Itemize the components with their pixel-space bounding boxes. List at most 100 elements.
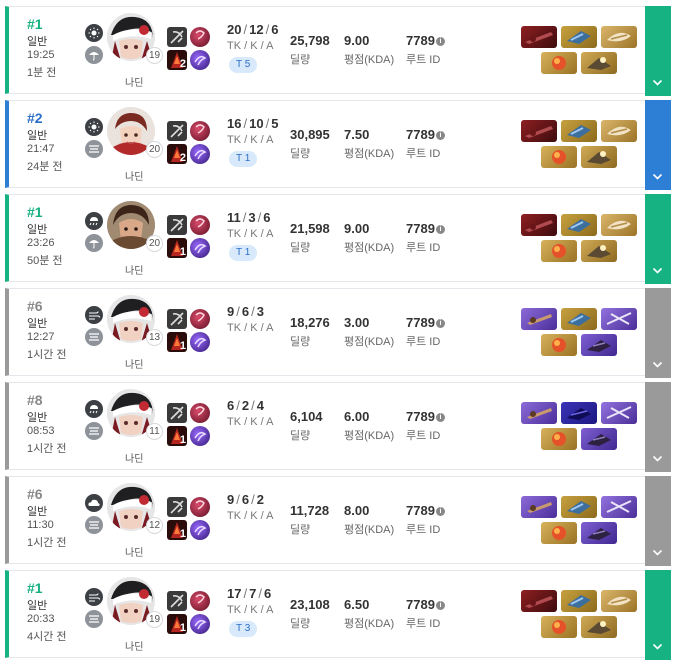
equipment-item-icon[interactable] [541,616,577,638]
equipment-item-icon[interactable] [601,120,637,142]
info-icon[interactable]: i [435,601,445,611]
route-value-wrap: 7789 i [406,503,445,518]
equipment-item-icon[interactable] [541,522,577,544]
equipment-item-icon[interactable] [581,146,617,168]
equipment-item-icon[interactable] [601,590,637,612]
equipment-item-icon[interactable] [581,522,617,544]
equipment-item-icon[interactable] [521,402,557,424]
equipment-item-icon[interactable] [561,590,597,612]
equipment-item-icon[interactable] [541,52,577,74]
tactical-skill-icon[interactable]: 1 [167,238,187,258]
equipment-item-icon[interactable] [521,120,557,142]
info-icon[interactable]: i [435,225,445,235]
route-value-wrap: 7789 i [406,597,445,612]
kills-value: 16 [227,116,242,131]
match-row[interactable]: #6 일반 11:30 1시간 전 12 나딘 1 9/6/2 TK / K / A 11,728… [5,476,671,566]
trait-skill-icon[interactable] [190,591,210,611]
info-icon[interactable]: i [435,507,445,517]
weapon-skill-icon[interactable] [167,497,187,517]
equipment-item-icon[interactable] [581,428,617,450]
damage-stat: 30,895 딜량 [290,127,330,161]
equipment-item-icon[interactable] [561,214,597,236]
equipment-item-icon[interactable] [601,26,637,48]
match-row[interactable]: #1 일반 23:26 50분 전 20 나딘 1 11/3/6 TK / K / AT 1 21… [5,194,671,284]
info-icon[interactable]: i [435,319,445,329]
weapon-skill-icon[interactable] [167,403,187,423]
expand-toggle[interactable] [645,476,671,566]
equipment-item-icon[interactable] [601,214,637,236]
equipment-item-icon[interactable] [541,428,577,450]
match-row[interactable]: #1 일반 19:25 1분 전 19 나딘 2 20/12/6 TK / K / AT 5 25… [5,6,671,96]
chevron-down-icon [652,643,663,650]
augment-skill-icon[interactable] [190,520,210,540]
augment-skill-icon[interactable] [190,238,210,258]
augment-skill-icon[interactable] [190,144,210,164]
weapon-skill-icon[interactable] [167,121,187,141]
equipment-item-icon[interactable] [541,334,577,356]
kill-stats: 11/3/6 [227,210,270,225]
equipment-item-icon[interactable] [581,240,617,262]
weapon-skill-icon[interactable] [167,309,187,329]
weapon-skill-icon[interactable] [167,27,187,47]
tactical-skill-icon[interactable]: 1 [167,426,187,446]
match-row[interactable]: #2 일반 21:47 24분 전 20 나딘 2 16/10/5 TK / K / AT 13… [5,100,671,190]
info-icon[interactable]: i [435,131,445,141]
equipment-item-icon[interactable] [561,120,597,142]
equipment-item-icon[interactable] [521,590,557,612]
equipment-item-icon[interactable] [541,240,577,262]
separator: / [265,116,270,131]
tactical-skill-icon[interactable]: 1 [167,614,187,634]
weapon-skill-icon[interactable] [167,215,187,235]
augment-skill-icon[interactable] [190,50,210,70]
equipment-item-icon[interactable] [521,214,557,236]
expand-toggle[interactable] [645,100,671,190]
expand-toggle[interactable] [645,382,671,472]
equipment-item-icon[interactable] [561,308,597,330]
trait-skill-icon[interactable] [190,215,210,235]
game-mode: 일반 [27,224,48,236]
equipment-item-icon[interactable] [601,308,637,330]
equipment-item-icon[interactable] [581,334,617,356]
game-mode: 일반 [27,318,48,330]
damage-value: 6,104 [290,409,323,424]
expand-toggle[interactable] [645,194,671,284]
equipment-item-icon[interactable] [521,308,557,330]
trait-skill-icon[interactable] [190,309,210,329]
equipment-item-icon[interactable] [561,402,597,424]
trait-skill-icon[interactable] [190,497,210,517]
trait-skill-icon[interactable] [190,27,210,47]
trait-skill-icon[interactable] [190,121,210,141]
expand-toggle[interactable] [645,6,671,96]
augment-skill-icon[interactable] [190,426,210,446]
trait-skill-icon[interactable] [190,403,210,423]
tactical-skill-icon[interactable]: 2 [167,144,187,164]
team-kills-value: 7 [249,586,257,601]
equipment-item-icon[interactable] [601,402,637,424]
info-icon[interactable]: i [435,37,445,47]
equipment-item-icon[interactable] [581,616,617,638]
equipment-item-icon[interactable] [541,146,577,168]
expand-toggle[interactable] [645,570,671,660]
damage-stat: 23,108 딜량 [290,597,330,631]
rain-weather-icon [85,400,103,418]
tactical-skill-icon[interactable]: 2 [167,50,187,70]
augment-skill-icon[interactable] [190,614,210,634]
match-row[interactable]: #6 일반 12:27 1시간 전 13 나딘 1 9/6/3 TK / K / A 18,276… [5,288,671,378]
equipment-item-icon[interactable] [561,496,597,518]
expand-toggle[interactable] [645,288,671,378]
equipment-item-icon[interactable] [561,26,597,48]
tactical-skill-icon[interactable]: 1 [167,520,187,540]
match-row[interactable]: #1 일반 20:33 4시간 전 19 나딘 1 17/7/6 TK / K / AT 3 23… [5,570,671,660]
augment-skill-icon[interactable] [190,332,210,352]
fog-weather-icon [85,328,103,346]
equipment-item-icon[interactable] [581,52,617,74]
match-row[interactable]: #8 일반 08:53 1시간 전 11 나딘 1 6/2/4 TK / K / A 6,104 딜… [5,382,671,472]
weapon-skill-icon[interactable] [167,591,187,611]
info-icon[interactable]: i [435,413,445,423]
kill-stats: 9/6/3 [227,304,264,319]
equipment-item-icon[interactable] [521,496,557,518]
equipment-item-icon[interactable] [521,26,557,48]
equipment-item-icon[interactable] [601,496,637,518]
damage-value: 23,108 [290,597,330,612]
tactical-skill-icon[interactable]: 1 [167,332,187,352]
